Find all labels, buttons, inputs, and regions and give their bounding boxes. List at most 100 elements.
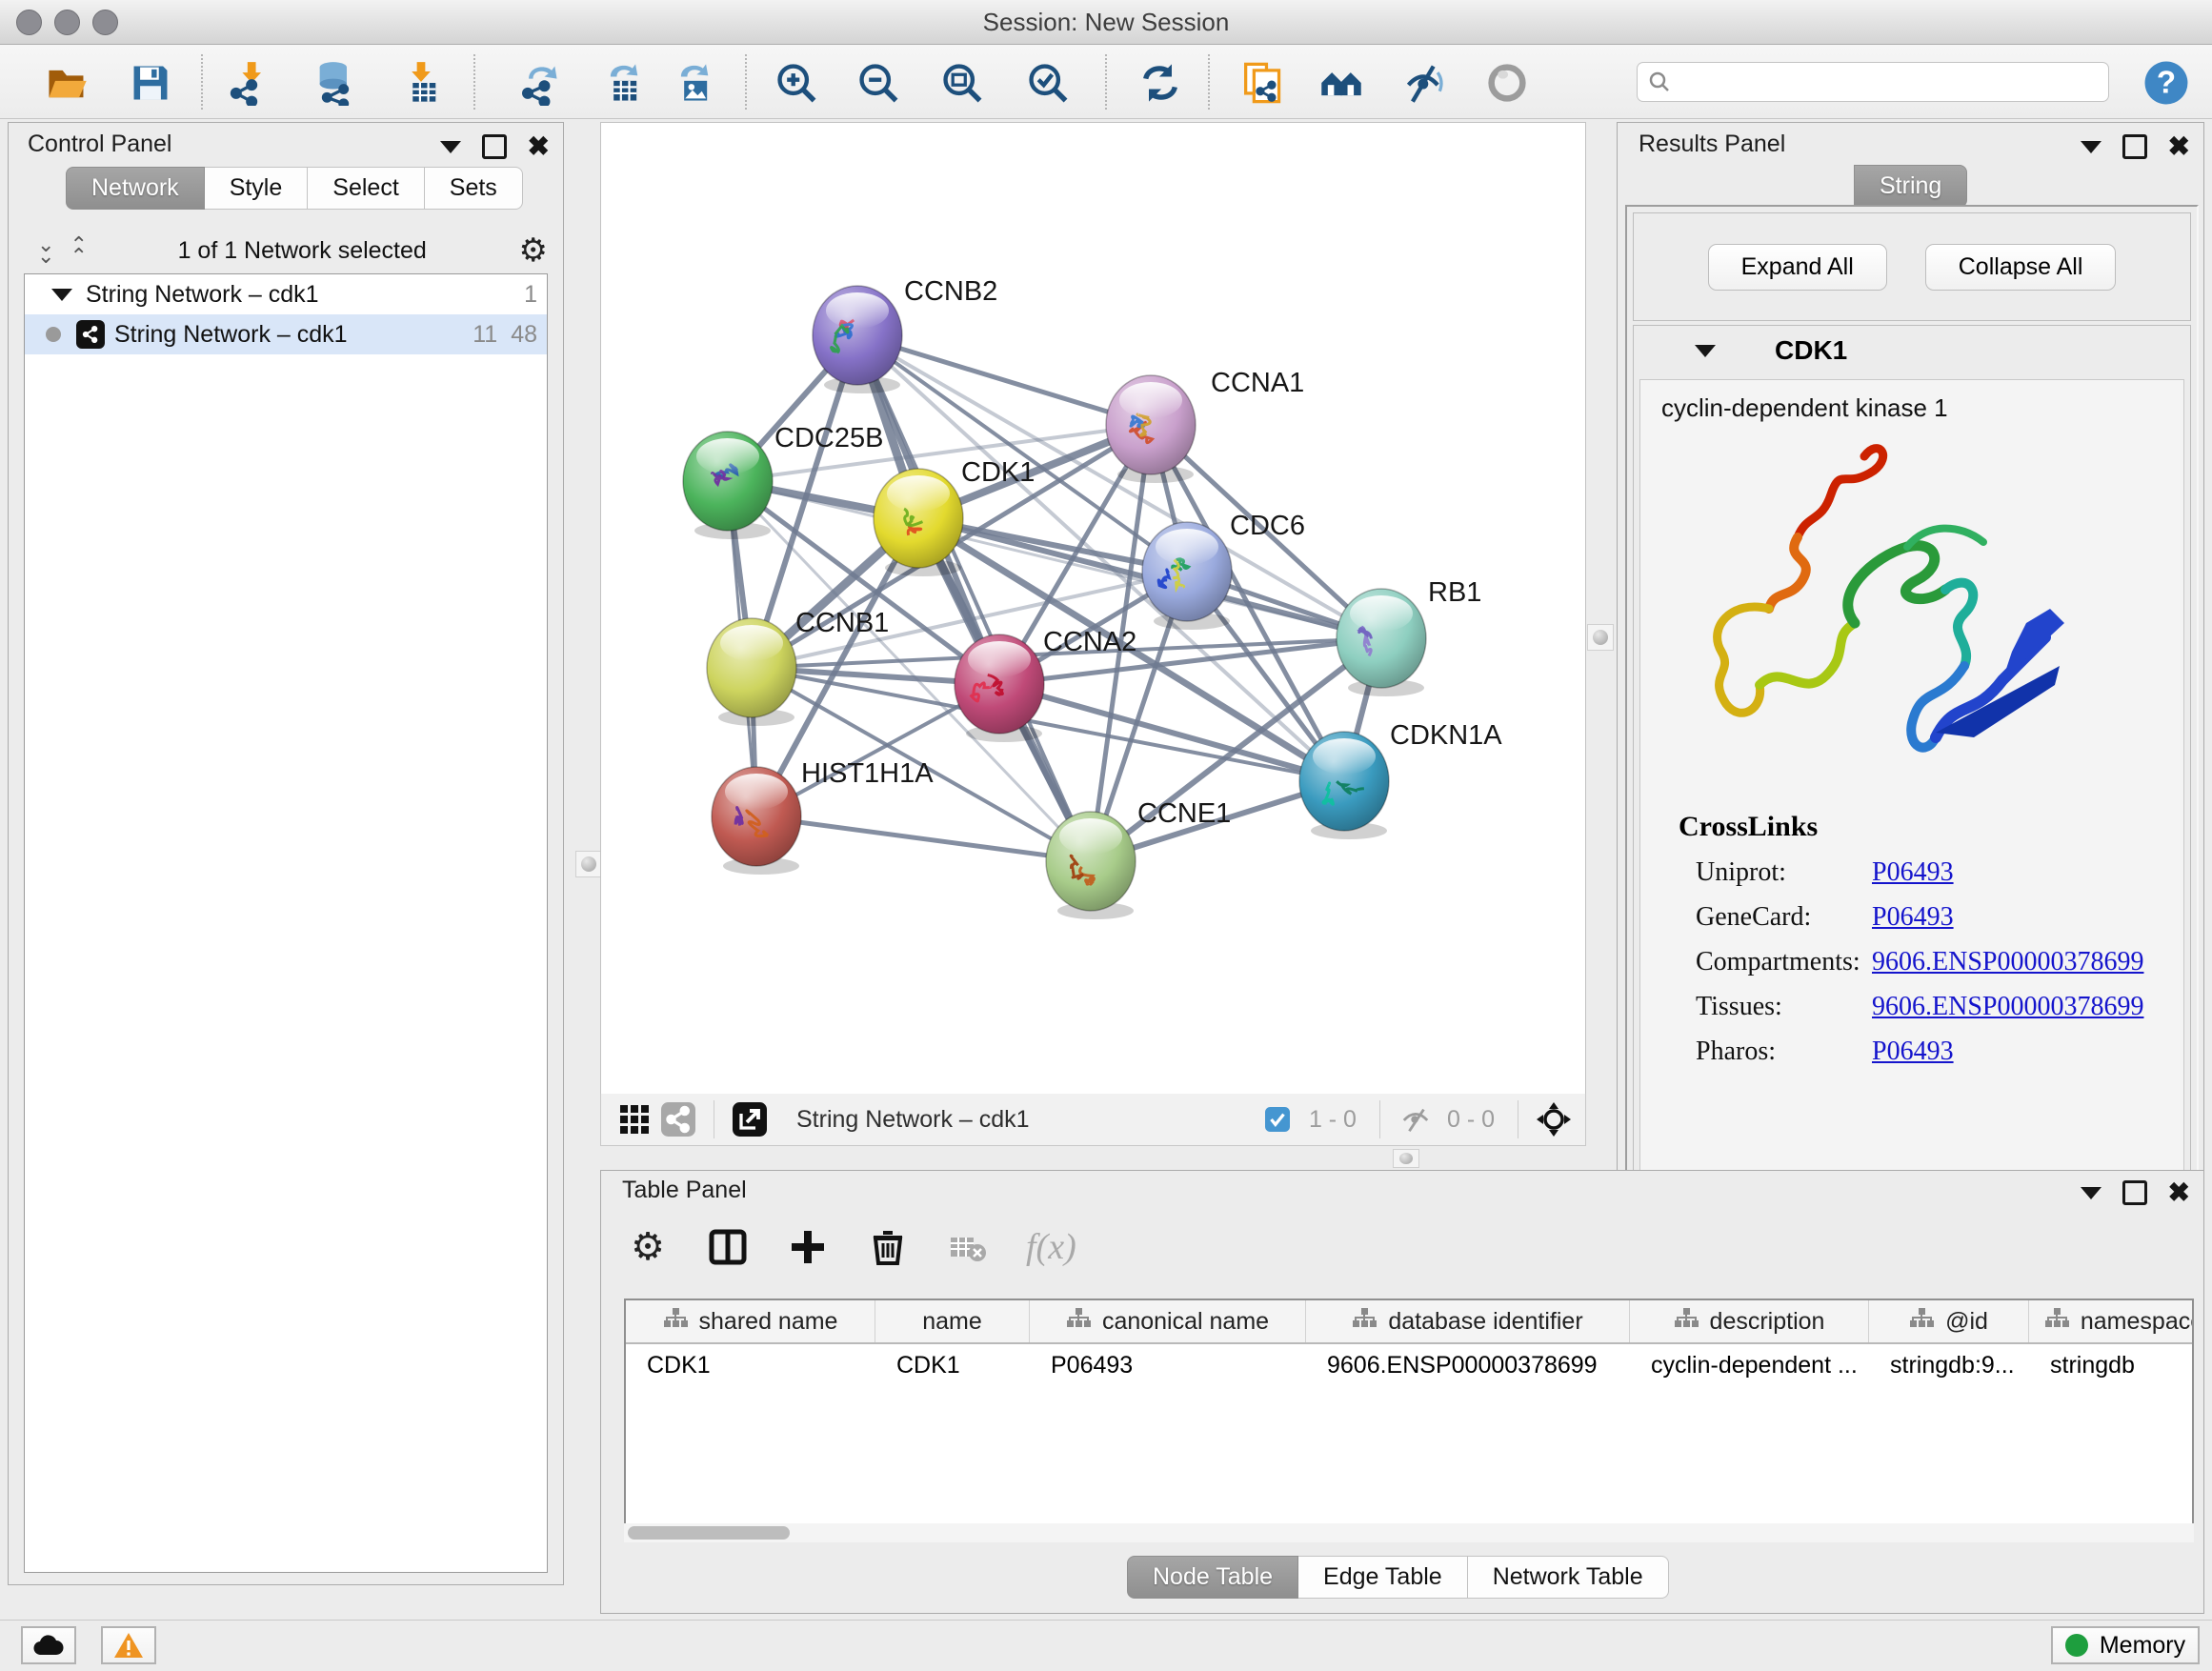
crosslink-link[interactable]: 9606.ENSP00000378699 <box>1872 992 2143 1022</box>
tab-sets[interactable]: Sets <box>425 167 523 210</box>
float-panel-icon[interactable] <box>2122 1180 2147 1205</box>
export-network-icon[interactable] <box>514 58 564 108</box>
table-horizontal-scrollbar[interactable] <box>624 1523 2194 1542</box>
collapse-all-icon[interactable]: ⌄⌄ <box>37 239 52 262</box>
tab-network[interactable]: Network <box>66 167 205 210</box>
column-header--id[interactable]: @id <box>1869 1300 2029 1342</box>
crosslink-link[interactable]: P06493 <box>1872 1037 1954 1067</box>
zoom-out-icon[interactable] <box>854 58 903 108</box>
zoom-in-icon[interactable] <box>772 58 821 108</box>
show-all-networks-icon[interactable] <box>1317 58 1366 108</box>
column-header-description[interactable]: description <box>1630 1300 1869 1342</box>
table-row[interactable]: CDK1CDK1P064939606.ENSP00000378699cyclin… <box>626 1344 2192 1386</box>
gray-orb-icon[interactable] <box>1482 58 1532 108</box>
hide-selected-icon[interactable] <box>1400 58 1450 108</box>
column-header-database-identifier[interactable]: database identifier <box>1306 1300 1630 1342</box>
table-options-gear-icon[interactable]: ⚙ <box>626 1225 670 1269</box>
network-graph[interactable]: CCNB2CCNA1CDC25BCDK1CDC6RB1CCNB1CCNA2CDK… <box>601 123 1583 1093</box>
expand-all-button[interactable]: Expand All <box>1708 244 1887 291</box>
open-session-icon[interactable] <box>42 58 91 108</box>
network-node-rb1[interactable]: RB1 <box>1337 577 1481 696</box>
table-cell[interactable]: cyclin-dependent ... <box>1630 1352 1869 1379</box>
crosslink-link[interactable]: P06493 <box>1872 902 1954 933</box>
import-network-database-icon[interactable] <box>311 58 360 108</box>
function-builder-icon[interactable]: f(x) <box>1026 1225 1076 1269</box>
collapse-all-button[interactable]: Collapse All <box>1925 244 2117 291</box>
help-icon[interactable]: ? <box>2142 58 2191 108</box>
cloud-button[interactable] <box>21 1626 76 1664</box>
close-panel-icon[interactable]: ✖ <box>2168 1183 2190 1202</box>
tab-edge-table[interactable]: Edge Table <box>1298 1556 1468 1599</box>
node-result-header[interactable]: CDK1 <box>1634 326 2190 375</box>
collection-count: 1 <box>524 281 537 309</box>
table-cell[interactable]: CDK1 <box>626 1352 875 1379</box>
right-splitter-handle[interactable] <box>1587 624 1614 651</box>
open-in-window-icon[interactable] <box>728 1097 772 1141</box>
column-header-namespace[interactable]: namespace <box>2029 1300 2194 1342</box>
tab-network-table[interactable]: Network Table <box>1468 1556 1669 1599</box>
refresh-icon[interactable] <box>1136 58 1185 108</box>
bottom-splitter-handle[interactable] <box>1393 1149 1419 1168</box>
hidden-eye-icon[interactable] <box>1394 1097 1438 1141</box>
crosslink-link[interactable]: 9606.ENSP00000378699 <box>1872 947 2143 977</box>
network-options-gear-icon[interactable]: ⚙ <box>519 232 548 270</box>
network-node-cdkn1a[interactable]: CDKN1A <box>1299 720 1502 839</box>
fit-crosshair-icon[interactable] <box>1532 1097 1576 1141</box>
import-network-file-icon[interactable] <box>225 58 274 108</box>
zoom-selected-icon[interactable] <box>1023 58 1073 108</box>
export-table-icon[interactable] <box>598 58 648 108</box>
network-collection-row[interactable]: String Network – cdk1 1 <box>25 274 547 314</box>
panel-menu-icon[interactable] <box>2081 1187 2101 1199</box>
close-panel-icon[interactable]: ✖ <box>528 137 550 156</box>
search-input[interactable] <box>1672 68 2108 96</box>
delete-table-icon[interactable] <box>946 1225 990 1269</box>
tab-style[interactable]: Style <box>205 167 309 210</box>
search-field[interactable] <box>1637 62 2109 102</box>
column-header-name[interactable]: name <box>875 1300 1030 1342</box>
network-canvas[interactable]: CCNB2CCNA1CDC25BCDK1CDC6RB1CCNB1CCNA2CDK… <box>600 122 1586 1096</box>
node-table[interactable]: shared namenamecanonical namedatabase id… <box>624 1299 2194 1525</box>
scrollbar-handle[interactable] <box>628 1526 790 1540</box>
table-cell[interactable]: stringdb <box>2029 1352 2194 1379</box>
table-cell[interactable]: CDK1 <box>875 1352 1030 1379</box>
table-cell[interactable]: 9606.ENSP00000378699 <box>1306 1352 1630 1379</box>
left-splitter-handle[interactable] <box>575 851 602 877</box>
float-panel-icon[interactable] <box>482 134 507 159</box>
add-column-icon[interactable] <box>786 1225 830 1269</box>
network-node-ccnb2[interactable]: CCNB2 <box>813 276 997 393</box>
selected-checkbox-icon[interactable] <box>1256 1097 1299 1141</box>
save-session-icon[interactable] <box>126 58 175 108</box>
table-cell[interactable]: P06493 <box>1030 1352 1306 1379</box>
network-node-hist1h1a[interactable]: HIST1H1A <box>712 758 934 875</box>
close-panel-icon[interactable]: ✖ <box>2168 137 2190 156</box>
table-cell[interactable]: stringdb:9... <box>1869 1352 2029 1379</box>
tab-select[interactable]: Select <box>308 167 424 210</box>
network-node-cdk1[interactable]: CDK1 <box>874 457 1035 576</box>
network-share-icon[interactable] <box>656 1097 700 1141</box>
network-node-ccna1[interactable]: CCNA1 <box>1106 368 1304 483</box>
expand-all-icon[interactable]: ⌃⌃ <box>70 239 85 262</box>
network-edge[interactable] <box>756 816 1091 861</box>
column-header-shared-name[interactable]: shared name <box>626 1300 875 1342</box>
collapse-entry-icon[interactable] <box>1695 345 1716 357</box>
delete-column-icon[interactable] <box>866 1225 910 1269</box>
zoom-fit-icon[interactable] <box>937 58 987 108</box>
collection-expand-icon[interactable] <box>51 289 72 301</box>
column-header-canonical-name[interactable]: canonical name <box>1030 1300 1306 1342</box>
network-row[interactable]: String Network – cdk1 11 48 <box>25 314 547 354</box>
crosslink-link[interactable]: P06493 <box>1872 857 1954 888</box>
network-node-ccne1[interactable]: CCNE1 <box>1046 798 1231 919</box>
copy-style-icon[interactable] <box>1237 58 1286 108</box>
panel-menu-icon[interactable] <box>2081 141 2101 153</box>
float-panel-icon[interactable] <box>2122 134 2147 159</box>
birdseye-toggle-icon[interactable] <box>613 1097 656 1141</box>
warning-button[interactable] <box>101 1626 156 1664</box>
memory-button[interactable]: Memory <box>2051 1626 2200 1664</box>
panel-menu-icon[interactable] <box>440 141 461 153</box>
tab-string[interactable]: String <box>1854 165 1967 208</box>
network-edge[interactable] <box>857 335 1151 425</box>
export-image-icon[interactable] <box>669 58 718 108</box>
import-table-icon[interactable] <box>396 58 446 108</box>
tab-node-table[interactable]: Node Table <box>1127 1556 1298 1599</box>
show-columns-icon[interactable] <box>706 1225 750 1269</box>
